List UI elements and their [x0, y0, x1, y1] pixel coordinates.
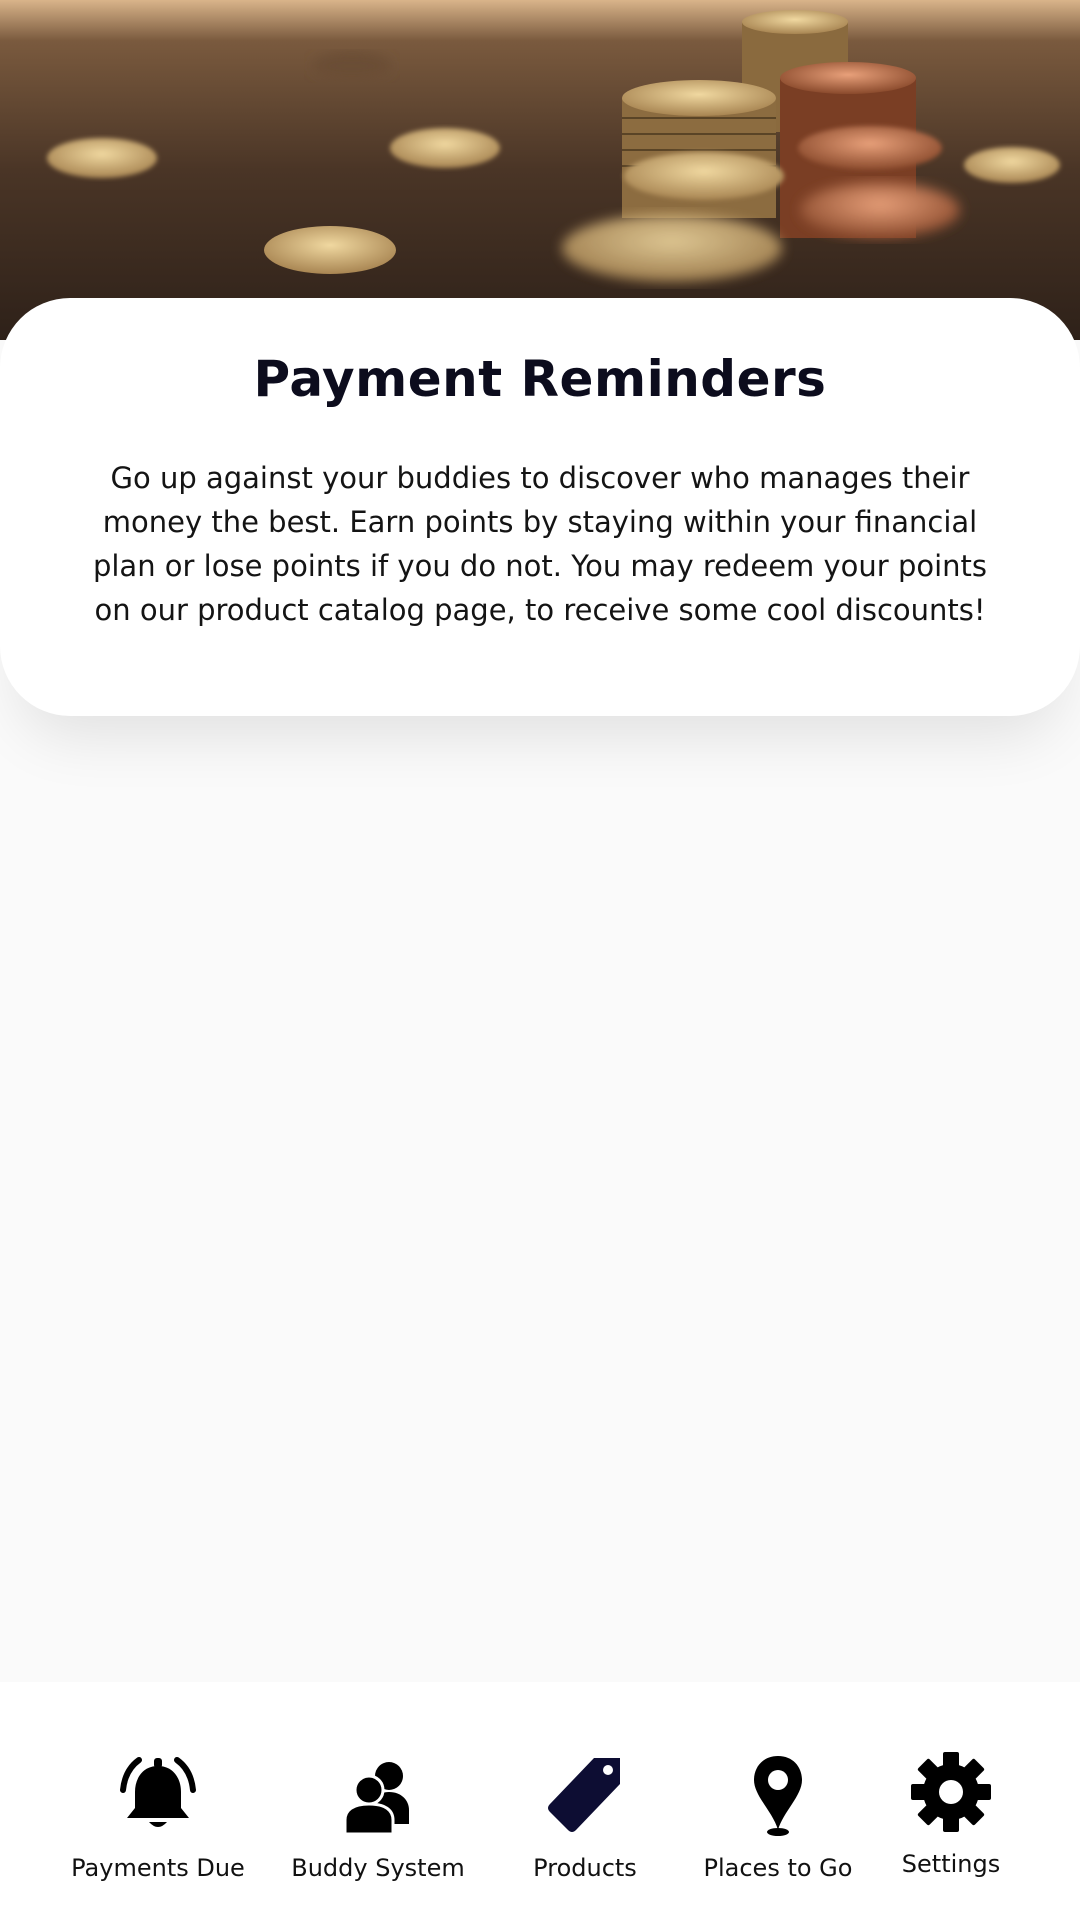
nav-item-places-to-go[interactable]: Places to Go	[678, 1750, 878, 1882]
payment-reminders-screen: Payment Reminders Go up against your bud…	[0, 0, 1080, 1920]
nav-item-buddy-system[interactable]: Buddy System	[278, 1750, 478, 1882]
nav-item-products[interactable]: Products	[485, 1750, 685, 1882]
page-title: Payment Reminders	[253, 350, 827, 408]
gear-icon	[911, 1752, 991, 1832]
nav-label-payments-due: Payments Due	[71, 1854, 245, 1882]
nav-label-buddy-system: Buddy System	[291, 1854, 465, 1882]
nav-label-places-to-go: Places to Go	[703, 1854, 853, 1882]
tag-icon	[548, 1758, 620, 1832]
coins-photo	[0, 0, 1080, 340]
map-pin-icon	[754, 1756, 802, 1836]
bottom-navigation: Payments Due Buddy System Products Place…	[0, 1682, 1080, 1920]
info-card: Payment Reminders Go up against your bud…	[0, 298, 1080, 716]
nav-label-settings: Settings	[901, 1850, 1001, 1878]
hero-image	[0, 0, 1080, 340]
nav-item-settings[interactable]: Settings	[851, 1750, 1051, 1878]
nav-item-payments-due[interactable]: Payments Due	[58, 1750, 258, 1882]
users-icon	[343, 1762, 409, 1836]
nav-label-products: Products	[533, 1854, 637, 1882]
description-text: Go up against your buddies to discover w…	[92, 461, 988, 627]
bell-icon	[120, 1757, 196, 1827]
